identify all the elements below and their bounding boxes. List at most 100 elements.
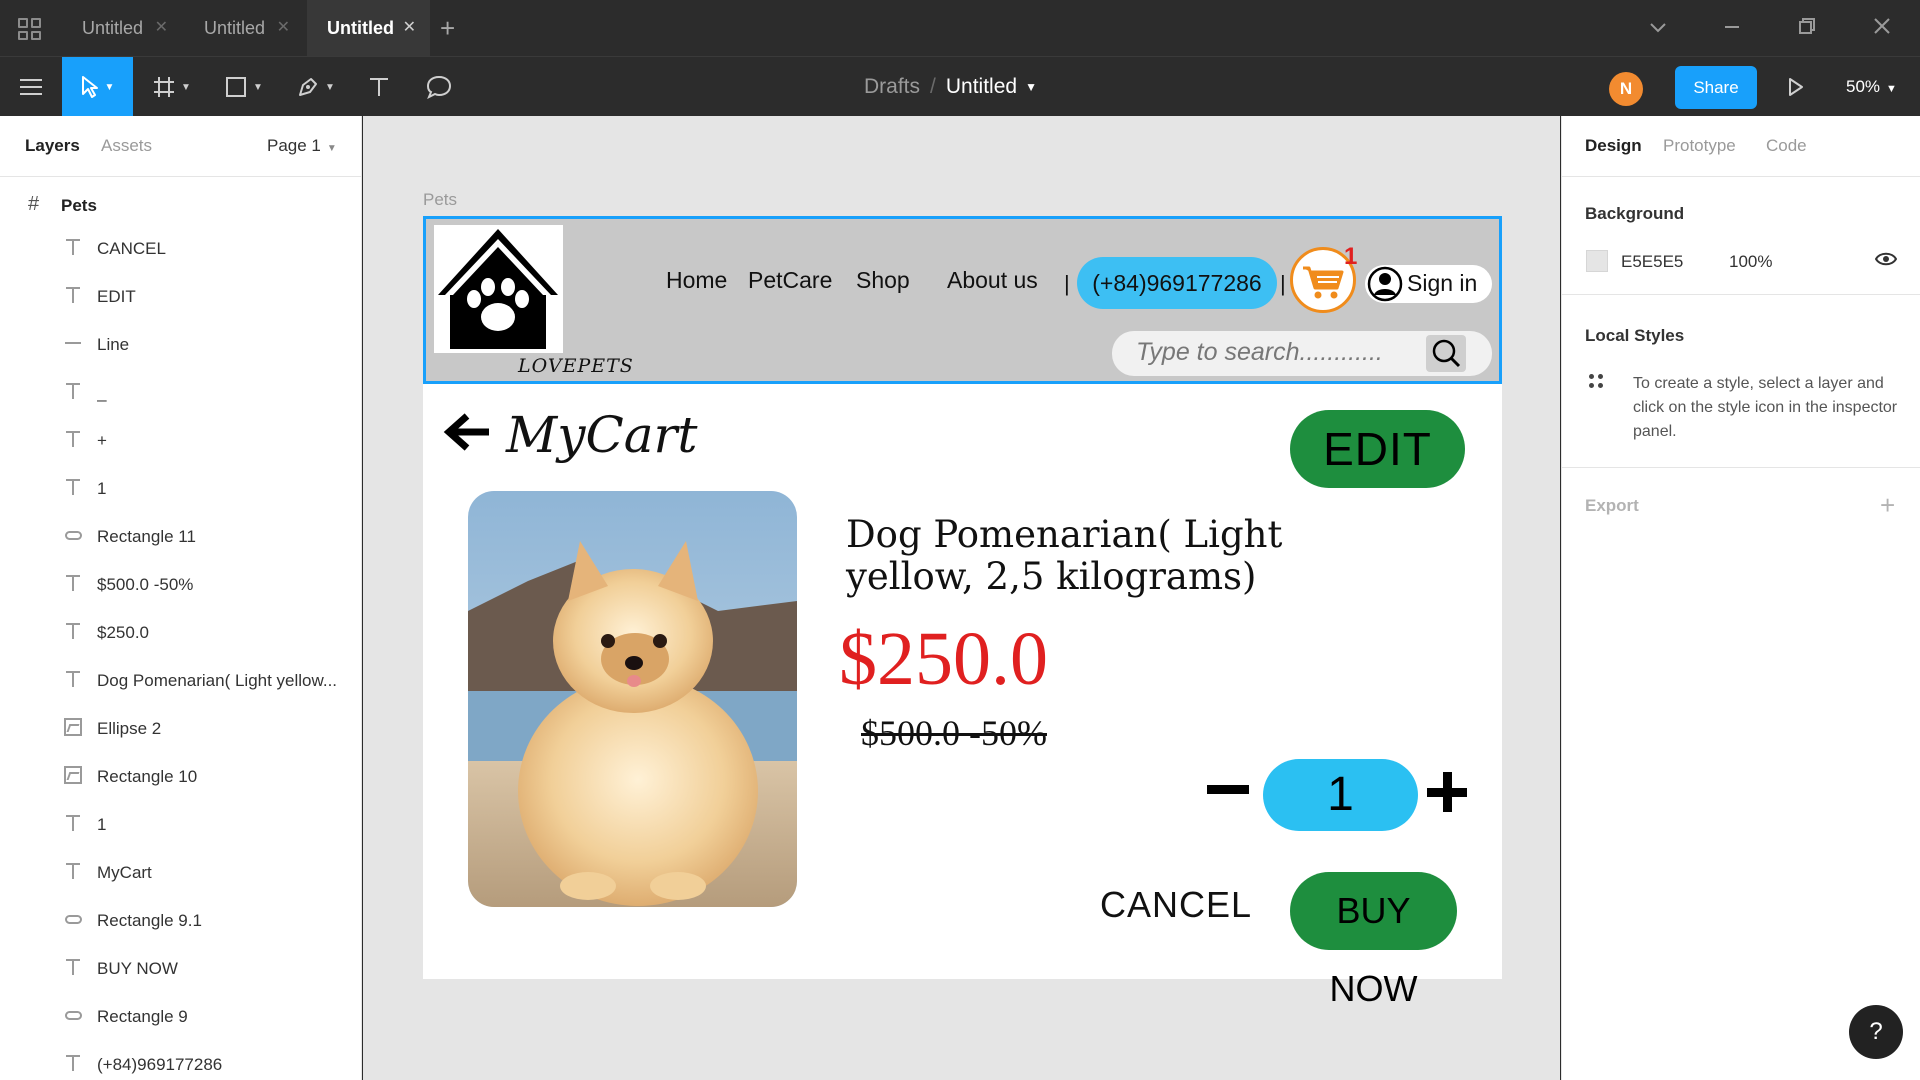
background-opacity-input[interactable]: 100% bbox=[1729, 252, 1772, 272]
layer-frame-pets[interactable]: # Pets bbox=[0, 187, 361, 223]
present-play-button[interactable] bbox=[1776, 57, 1816, 117]
layer-row[interactable]: + bbox=[0, 420, 361, 460]
layer-row[interactable]: $500.0 -50% bbox=[0, 564, 361, 604]
tab-code[interactable]: Code bbox=[1766, 136, 1807, 156]
layer-row[interactable]: CANCEL bbox=[0, 228, 361, 268]
layer-name: CANCEL bbox=[97, 239, 166, 258]
tab-layers[interactable]: Layers bbox=[25, 136, 80, 156]
toolbar: ▼ ▼ ▼ ▼ Drafts / Untitled ▼ N Share 50% ▼ bbox=[0, 56, 1920, 119]
text-icon bbox=[62, 476, 84, 498]
layer-row[interactable]: 1 bbox=[0, 468, 361, 508]
page-selector[interactable]: Page 1 ▼ bbox=[267, 136, 337, 156]
help-button[interactable]: ? bbox=[1849, 1005, 1903, 1059]
pen-tool-button[interactable]: ▼ bbox=[286, 57, 346, 117]
export-section-title: Export bbox=[1585, 496, 1639, 515]
cart-badge: 1 bbox=[1344, 243, 1358, 270]
frame-label[interactable]: Pets bbox=[423, 190, 457, 210]
frame-hash-icon: # bbox=[28, 193, 40, 215]
cancel-button[interactable]: CANCEL bbox=[1100, 884, 1252, 926]
file-tab-3[interactable]: Untitled ✕ bbox=[307, 0, 430, 56]
layer-row[interactable]: Rectangle 11 bbox=[0, 516, 361, 556]
nav-home[interactable]: Home bbox=[666, 267, 727, 294]
file-tab-1[interactable]: Untitled ✕ bbox=[62, 0, 182, 56]
text-tool-button[interactable] bbox=[358, 57, 400, 117]
file-tab-2[interactable]: Untitled ✕ bbox=[184, 0, 304, 56]
text-icon bbox=[62, 236, 84, 258]
move-tool-button[interactable]: ▼ bbox=[62, 57, 133, 117]
quantity-value[interactable]: 1 bbox=[1263, 759, 1418, 831]
avatar[interactable]: N bbox=[1609, 72, 1643, 106]
rectangle-icon bbox=[62, 1004, 84, 1026]
eye-visibility-icon[interactable] bbox=[1874, 251, 1898, 272]
frame-tool-button[interactable]: ▼ bbox=[142, 57, 202, 117]
page-name: Page 1 bbox=[267, 136, 321, 155]
layer-row[interactable]: Line bbox=[0, 324, 361, 364]
restore-window-icon[interactable] bbox=[1782, 0, 1832, 56]
right-panel-tabs: Design Prototype Code bbox=[1562, 116, 1920, 177]
chevron-down-icon[interactable] bbox=[1633, 0, 1683, 56]
file-name[interactable]: Untitled bbox=[946, 75, 1017, 98]
user-icon bbox=[1367, 266, 1403, 302]
chevron-down-icon[interactable]: ▼ bbox=[1025, 80, 1037, 94]
rectangle-icon bbox=[226, 77, 247, 97]
close-window-icon[interactable] bbox=[1857, 0, 1907, 56]
nav-about-us[interactable]: About us bbox=[947, 267, 1038, 294]
layers-panel: Layers Assets Page 1 ▼ # Pets CANCEL EDIT L… bbox=[0, 116, 362, 1080]
text-icon bbox=[62, 668, 84, 690]
breadcrumb: Drafts / Untitled ▼ bbox=[864, 75, 1037, 98]
cursor-icon bbox=[81, 76, 98, 98]
nav-shop[interactable]: Shop bbox=[856, 267, 910, 294]
hamburger-menu-icon[interactable] bbox=[0, 57, 62, 117]
layer-row[interactable]: Rectangle 9 bbox=[0, 996, 361, 1036]
layer-row[interactable]: MyCart bbox=[0, 852, 361, 892]
minimize-window-icon[interactable] bbox=[1707, 0, 1757, 56]
pomeranian-photo bbox=[468, 491, 797, 907]
back-arrow-icon[interactable] bbox=[443, 412, 491, 457]
zoom-dropdown[interactable]: 50% ▼ bbox=[1846, 57, 1897, 119]
decrease-quantity-minus-icon[interactable] bbox=[1207, 785, 1249, 794]
pets-frame[interactable]: LOVEPETS Home PetCare Shop About us | (+… bbox=[423, 216, 1502, 1009]
tab-assets[interactable]: Assets bbox=[101, 136, 152, 156]
layer-row[interactable]: 1 bbox=[0, 804, 361, 844]
layer-row[interactable]: Rectangle 9.1 bbox=[0, 900, 361, 940]
layer-row[interactable]: Ellipse 2 bbox=[0, 708, 361, 748]
close-tab-icon[interactable]: ✕ bbox=[155, 0, 168, 56]
nav-petcare[interactable]: PetCare bbox=[748, 267, 832, 294]
layer-row[interactable]: $250.0 bbox=[0, 612, 361, 652]
buy-now-button[interactable]: BUY NOW bbox=[1290, 872, 1457, 1009]
phone-number-pill[interactable]: (+84)969177286 bbox=[1077, 257, 1277, 309]
logo[interactable] bbox=[434, 225, 563, 353]
site-search-bar[interactable]: Type to search............ bbox=[1112, 331, 1492, 376]
comment-tool-button[interactable] bbox=[418, 57, 460, 117]
layer-row[interactable]: EDIT bbox=[0, 276, 361, 316]
layer-row[interactable]: _ bbox=[0, 372, 361, 412]
shape-tool-button[interactable]: ▼ bbox=[214, 57, 274, 117]
layer-name: MyCart bbox=[97, 863, 152, 882]
design-canvas[interactable]: Pets LOVEPETS Home PetCare Shop About us… bbox=[363, 116, 1560, 1080]
increase-quantity-plus-icon[interactable] bbox=[1427, 772, 1467, 812]
site-header[interactable]: LOVEPETS Home PetCare Shop About us | (+… bbox=[423, 216, 1502, 384]
title-bar: Untitled ✕ Untitled ✕ Untitled ✕ + bbox=[0, 0, 1920, 56]
layer-row[interactable]: BUY NOW bbox=[0, 948, 361, 988]
layer-row[interactable]: Dog Pomenarian( Light yellow... bbox=[0, 660, 361, 700]
breadcrumb-parent[interactable]: Drafts bbox=[864, 75, 920, 98]
tab-design[interactable]: Design bbox=[1585, 136, 1642, 156]
main-menu-grid-icon[interactable] bbox=[18, 18, 42, 40]
local-styles-hint: To create a style, select a layer and cl… bbox=[1633, 375, 1898, 440]
edit-button[interactable]: EDIT bbox=[1290, 410, 1465, 488]
tab-prototype[interactable]: Prototype bbox=[1663, 136, 1736, 156]
share-button[interactable]: Share bbox=[1675, 66, 1757, 109]
layer-row[interactable]: Rectangle 10 bbox=[0, 756, 361, 796]
close-tab-icon[interactable]: ✕ bbox=[277, 0, 290, 56]
chevron-down-icon: ▼ bbox=[326, 143, 337, 154]
image-icon bbox=[62, 716, 84, 738]
close-tab-icon[interactable]: ✕ bbox=[403, 0, 416, 56]
layer-row[interactable]: (+84)969177286 bbox=[0, 1044, 361, 1080]
new-tab-plus-icon[interactable]: + bbox=[440, 0, 455, 56]
background-hex-input[interactable]: E5E5E5 bbox=[1621, 252, 1683, 272]
layer-name: 1 bbox=[97, 815, 107, 834]
sign-in-button[interactable]: Sign in bbox=[1365, 265, 1492, 303]
search-button[interactable] bbox=[1426, 335, 1466, 372]
background-color-swatch[interactable] bbox=[1586, 250, 1608, 272]
add-export-plus-icon[interactable]: + bbox=[1880, 490, 1895, 521]
